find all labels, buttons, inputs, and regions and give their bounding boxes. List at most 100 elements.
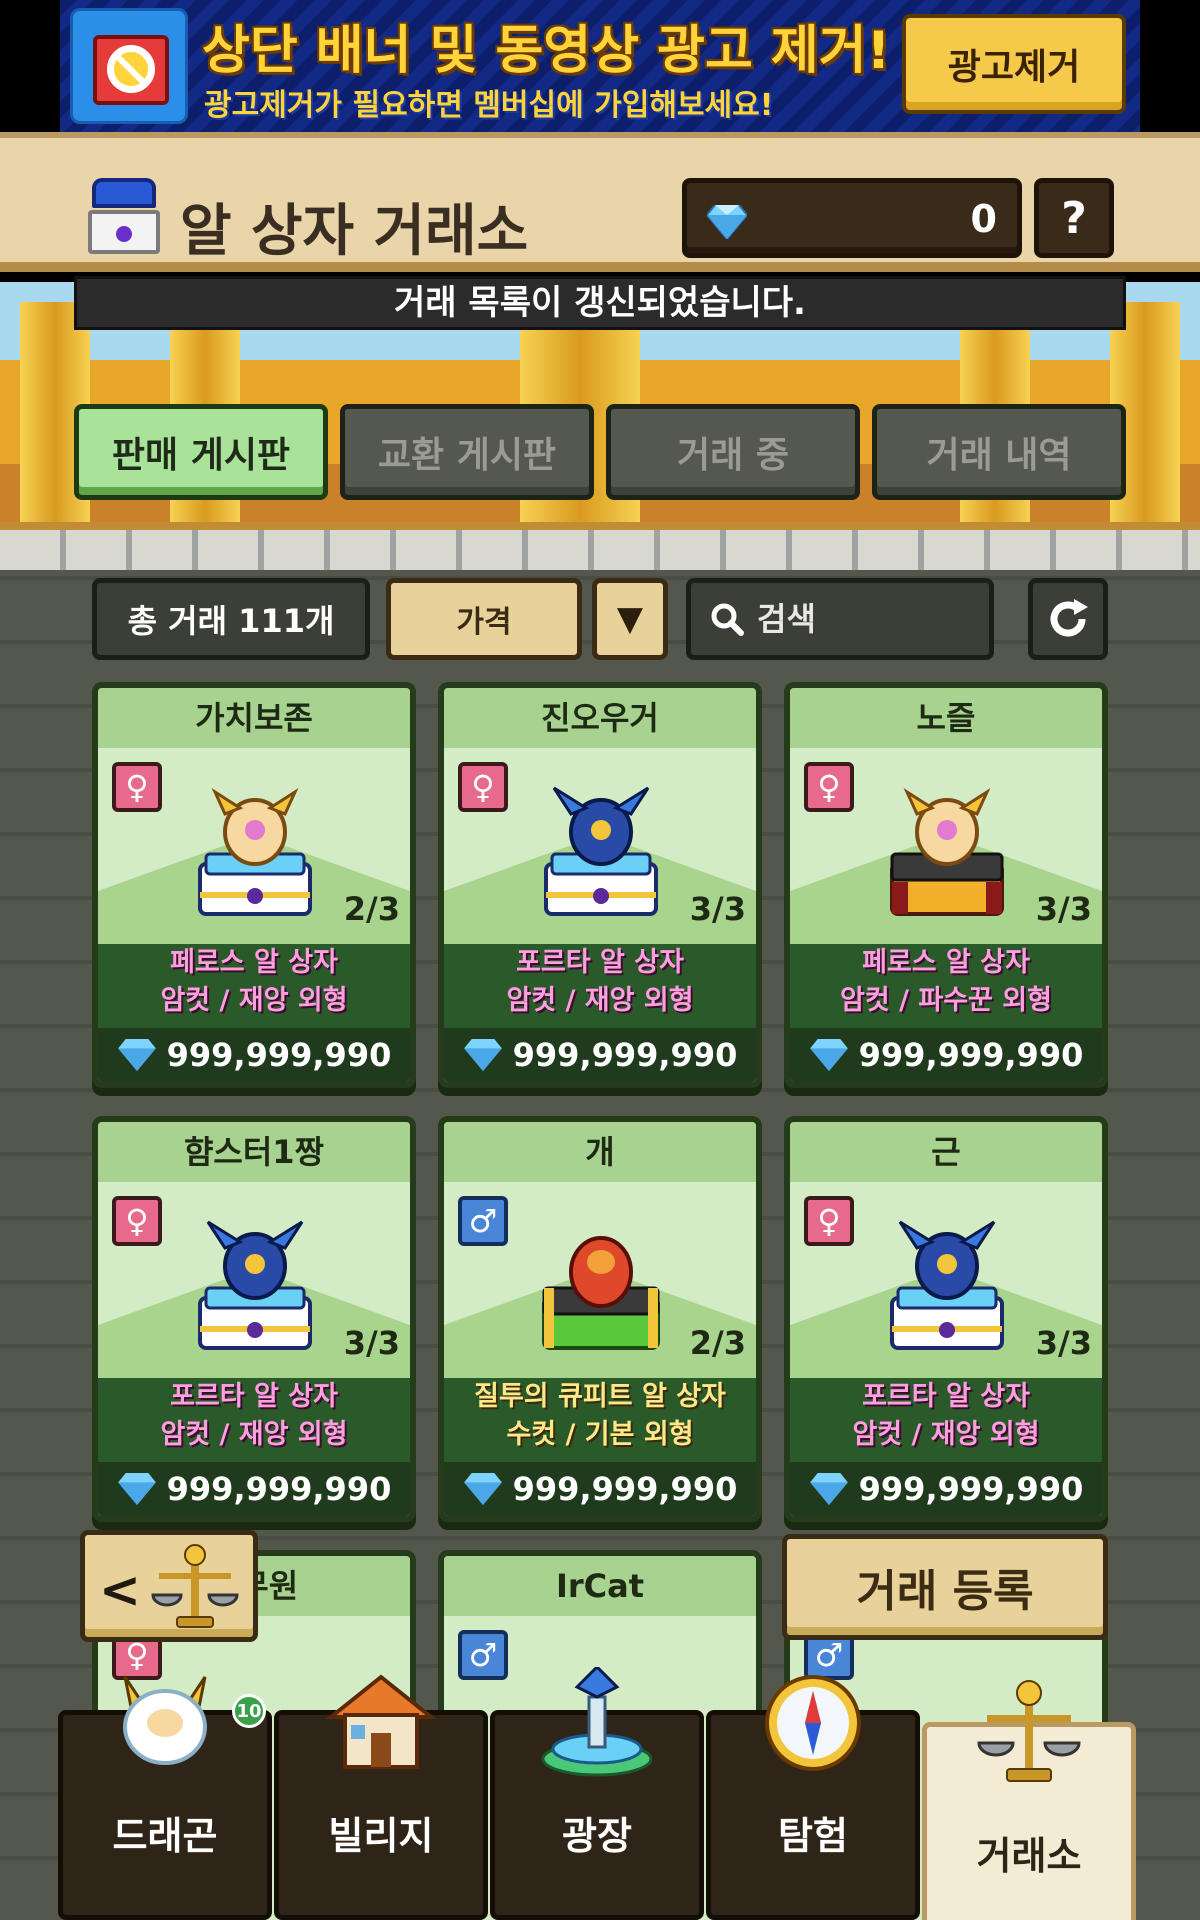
- scale-icon: [977, 1680, 1081, 1782]
- header-bar: 알 상자 거래소 0 ?: [0, 132, 1200, 272]
- nav-village[interactable]: 빌리지: [274, 1674, 488, 1920]
- egg-box-red-icon: [542, 1236, 660, 1350]
- price-tag: 999,999,990: [444, 1462, 756, 1516]
- egg-box-blue-icon: [198, 1220, 312, 1350]
- nav-label: 드래곤: [112, 1814, 218, 1858]
- sort-dropdown[interactable]: 가격: [386, 578, 582, 660]
- remove-ads-button[interactable]: 광고제거: [902, 14, 1126, 114]
- listing-card[interactable]: 햠스터1짱 ♀ 3/3 포르타 알 상자 암컷 / 재앙 외형 999,999,…: [92, 1116, 416, 1522]
- price-tag: 999,999,990: [98, 1462, 410, 1516]
- price-tag: 999,999,990: [444, 1028, 756, 1082]
- item-name: 포르타 알 상자: [170, 1381, 338, 1412]
- item-description: 포르타 알 상자 암컷 / 재앙 외형: [98, 1378, 410, 1462]
- stage-indicator: 3/3: [343, 1324, 400, 1362]
- tab-in-progress[interactable]: 거래 중: [606, 404, 860, 500]
- item-description: 페로스 알 상자 암컷 / 재앙 외형: [98, 944, 410, 1028]
- item-detail: 수컷 / 기본 외형: [506, 1419, 694, 1450]
- item-detail: 암컷 / 재앙 외형: [506, 985, 694, 1016]
- egg-box-icon: [88, 178, 160, 258]
- compass-icon: [765, 1675, 861, 1771]
- item-name: 질투의 큐피트 알 상자: [474, 1381, 726, 1412]
- tab-exchange-board[interactable]: 교환 게시판: [340, 404, 594, 500]
- egg-box-blue-icon: [544, 786, 658, 916]
- house-icon: [325, 1674, 437, 1769]
- stage-indicator: 3/3: [1035, 890, 1092, 928]
- notice-banner: 거래 목록이 갱신되었습니다.: [74, 276, 1126, 330]
- gem-count: 0: [970, 197, 997, 241]
- search-box[interactable]: [686, 578, 994, 660]
- item-description: 포르타 알 상자 암컷 / 재앙 외형: [790, 1378, 1102, 1462]
- search-input[interactable]: [757, 600, 977, 638]
- listing-card[interactable]: 진오우거 ♀ 3/3 포르타 알 상자 암컷 / 재앙 외형 999,999,9…: [438, 682, 762, 1088]
- item-description: 포르타 알 상자 암컷 / 재앙 외형: [444, 944, 756, 1028]
- stage-indicator: 2/3: [689, 1324, 746, 1362]
- tab-history[interactable]: 거래 내역: [872, 404, 1126, 500]
- male-icon: ♂: [458, 1196, 508, 1246]
- listing-card[interactable]: 개 ♂ 2/3 질투의 큐피트 알 상자 수컷 / 기본 외형 999,999,…: [438, 1116, 762, 1522]
- item-name: 페로스 알 상자: [170, 947, 338, 978]
- price-tag: 999,999,990: [790, 1028, 1102, 1082]
- item-name: 페로스 알 상자: [862, 947, 1030, 978]
- diamond-icon: [809, 1473, 848, 1505]
- male-icon: ♂: [458, 1630, 508, 1680]
- gem-balance: 0: [682, 178, 1022, 258]
- fountain-icon: [541, 1667, 653, 1777]
- nav-dragon[interactable]: 드래곤: [58, 1676, 272, 1920]
- dragon-icon: [123, 1676, 207, 1765]
- price-value: 999,999,990: [512, 1470, 738, 1508]
- stage-indicator: 2/3: [343, 890, 400, 928]
- egg-box-dark-icon: [890, 788, 1004, 916]
- ad-title: 상단 배너 및 동영상 광고 제거!: [202, 21, 891, 81]
- chevron-left-icon: <: [99, 1561, 141, 1619]
- nav-label: 빌리지: [328, 1814, 434, 1858]
- item-description: 페로스 알 상자 암컷 / 파수꾼 외형: [790, 944, 1102, 1028]
- seller-name: 근: [790, 1122, 1102, 1182]
- listing-card[interactable]: 가치보존 ♀ 2/3 페로스 알 상자 암컷 / 재앙 외형 999,999,9…: [92, 682, 416, 1088]
- seller-name: 햠스터1짱: [98, 1122, 410, 1182]
- page-title: 알 상자 거래소: [180, 199, 529, 264]
- egg-box-blue-icon: [890, 1220, 1004, 1350]
- sort-direction-button[interactable]: ▼: [592, 578, 668, 660]
- listing-card[interactable]: 노즐 ♀ 3/3 페로스 알 상자 암컷 / 파수꾼 외형 999,999,99…: [784, 682, 1108, 1088]
- price-value: 999,999,990: [512, 1036, 738, 1074]
- nav-exchange[interactable]: 거래소: [922, 1680, 1136, 1920]
- female-icon: ♀: [804, 1196, 854, 1246]
- stage-indicator: 3/3: [1035, 1324, 1092, 1362]
- price-tag: 999,999,990: [98, 1028, 410, 1082]
- ad-banner[interactable]: 상단 배너 및 동영상 광고 제거! 광고제거가 필요하면 멤버십에 가입해보세…: [60, 0, 1140, 132]
- help-button[interactable]: ?: [1034, 178, 1114, 258]
- notification-badge: 10: [232, 1694, 266, 1728]
- item-detail: 암컷 / 재앙 외형: [160, 985, 348, 1016]
- bottom-nav: 드래곤 빌리지 광장 탐험 거래소: [58, 1667, 1142, 1920]
- nav-label: 탐험: [778, 1814, 848, 1858]
- diamond-icon: [117, 1473, 156, 1505]
- nav-explore[interactable]: 탐험: [706, 1675, 920, 1920]
- seller-name: IrCat: [444, 1556, 756, 1616]
- item-name: 포르타 알 상자: [862, 1381, 1030, 1412]
- ad-block-icon: [70, 8, 188, 124]
- tab-sale-board[interactable]: 판매 게시판: [74, 404, 328, 500]
- nav-label: 거래소: [976, 1834, 1082, 1878]
- refresh-button[interactable]: [1028, 578, 1108, 660]
- item-detail: 암컷 / 파수꾼 외형: [840, 985, 1052, 1016]
- diamond-icon: [707, 205, 747, 239]
- refresh-icon: [1050, 599, 1088, 637]
- back-button[interactable]: <: [80, 1530, 258, 1642]
- seller-name: 개: [444, 1122, 756, 1182]
- price-value: 999,999,990: [166, 1036, 392, 1074]
- total-trade-count: 총 거래 111개: [92, 578, 370, 660]
- diamond-icon: [117, 1039, 156, 1071]
- price-value: 999,999,990: [166, 1470, 392, 1508]
- seller-name: 가치보존: [98, 688, 410, 748]
- stage-indicator: 3/3: [689, 890, 746, 928]
- female-icon: ♀: [112, 762, 162, 812]
- filter-bar: 총 거래 111개 가격 ▼: [92, 578, 1108, 660]
- register-trade-button[interactable]: 거래 등록: [782, 1534, 1108, 1640]
- item-detail: 암컷 / 재앙 외형: [852, 1419, 1040, 1450]
- item-description: 질투의 큐피트 알 상자 수컷 / 기본 외형: [444, 1378, 756, 1462]
- listing-card[interactable]: 근 ♀ 3/3 포르타 알 상자 암컷 / 재앙 외형 999,999,990: [784, 1116, 1108, 1522]
- tab-bar: 판매 게시판 교환 게시판 거래 중 거래 내역: [74, 404, 1126, 500]
- price-value: 999,999,990: [858, 1036, 1084, 1074]
- diamond-icon: [809, 1039, 848, 1071]
- nav-plaza[interactable]: 광장: [490, 1667, 704, 1920]
